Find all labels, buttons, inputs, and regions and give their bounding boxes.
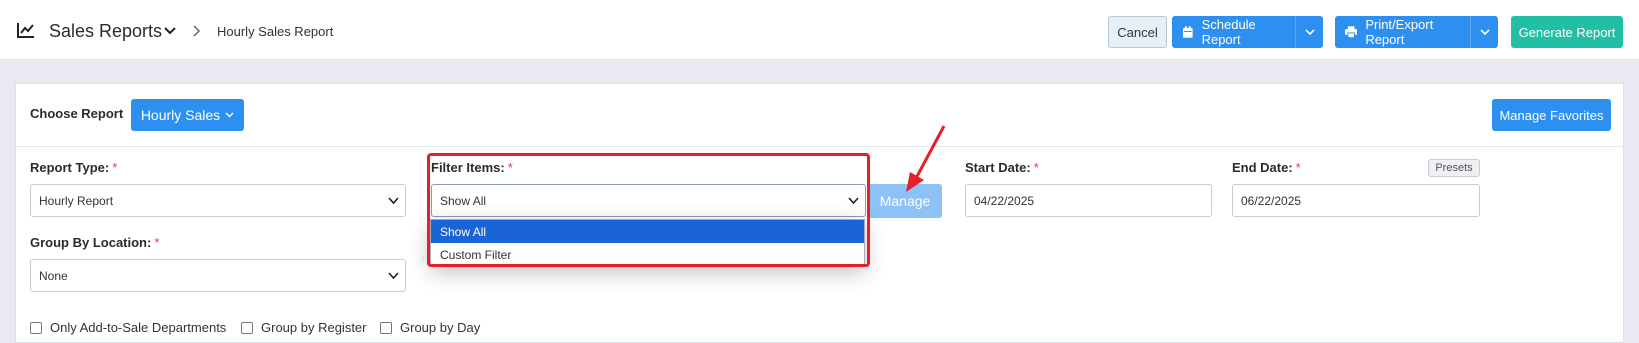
end-date-label: End Date: * [1232,160,1301,175]
schedule-report-button[interactable]: Schedule Report [1172,16,1295,48]
printer-icon [1345,26,1358,38]
top-bar: Sales Reports Hourly Sales Report Cancel… [0,0,1639,60]
divider [15,146,1624,147]
report-type-label: Report Type: * [30,160,117,175]
group-by-location-value: None [39,268,68,283]
checkbox-box[interactable] [380,321,392,334]
calendar-icon [1182,25,1193,38]
annotation-arrow-icon [906,125,946,192]
page-title[interactable]: Sales Reports [49,21,162,42]
checkbox-box[interactable] [30,321,42,334]
schedule-report-label: Schedule Report [1201,17,1256,47]
required-mark: * [1295,160,1301,175]
end-date-input[interactable]: 06/22/2025 [1232,184,1480,217]
generate-report-button[interactable]: Generate Report [1511,16,1623,48]
group-by-day-checkbox[interactable]: Group by Day [380,320,480,335]
report-select-label: Hourly Sales [140,107,221,123]
only-add-to-sale-checkbox[interactable]: Only Add-to-Sale Departments [30,320,226,335]
chevron-down-icon [225,112,234,118]
line-chart-icon [17,23,34,38]
checkbox-label: Group by Register [261,320,367,335]
print-export-caret[interactable] [1470,16,1498,48]
chevron-down-icon [1479,28,1490,35]
group-by-location-select[interactable]: None [30,259,406,292]
checkbox-label: Only Add-to-Sale Departments [50,320,227,335]
cancel-button[interactable]: Cancel [1108,16,1167,48]
group-by-register-checkbox[interactable]: Group by Register [241,320,367,335]
report-type-value: Hourly Report [39,193,114,208]
report-select-button[interactable]: Hourly Sales [131,99,244,131]
group-by-location-label: Group By Location: * [30,235,159,250]
print-export-button-group: Print/Export Report [1335,16,1498,48]
report-type-select[interactable]: Hourly Report [30,184,406,217]
chevron-down-icon [388,197,399,205]
schedule-report-caret[interactable] [1295,16,1323,48]
report-type-label-text: Report Type: [30,160,110,175]
manage-favorites-button[interactable]: Manage Favorites [1492,99,1611,131]
end-date-label-text: End Date: [1232,160,1293,175]
presets-button[interactable]: Presets [1428,159,1480,177]
required-mark: * [112,160,118,175]
start-date-input[interactable]: 04/22/2025 [965,184,1212,217]
breadcrumb: Hourly Sales Report [217,24,334,39]
choose-report-label: Choose Report [30,106,124,121]
group-by-location-label-text: Group By Location: [30,235,152,250]
schedule-report-button-group: Schedule Report [1172,16,1323,48]
chevron-down-icon [388,272,399,280]
print-export-button[interactable]: Print/Export Report [1335,16,1470,48]
chevron-right-icon [193,25,201,37]
checkbox-box[interactable] [241,321,253,334]
chevron-down-icon [1304,28,1315,35]
checkbox-label: Group by Day [400,320,481,335]
print-export-label: Print/Export Report [1365,17,1434,47]
start-date-label-text: Start Date: [965,160,1031,175]
start-date-label: Start Date: * [965,160,1039,175]
chevron-down-icon[interactable] [163,26,177,36]
required-mark: * [154,235,160,250]
required-mark: * [1033,160,1039,175]
highlight-box [427,153,870,267]
